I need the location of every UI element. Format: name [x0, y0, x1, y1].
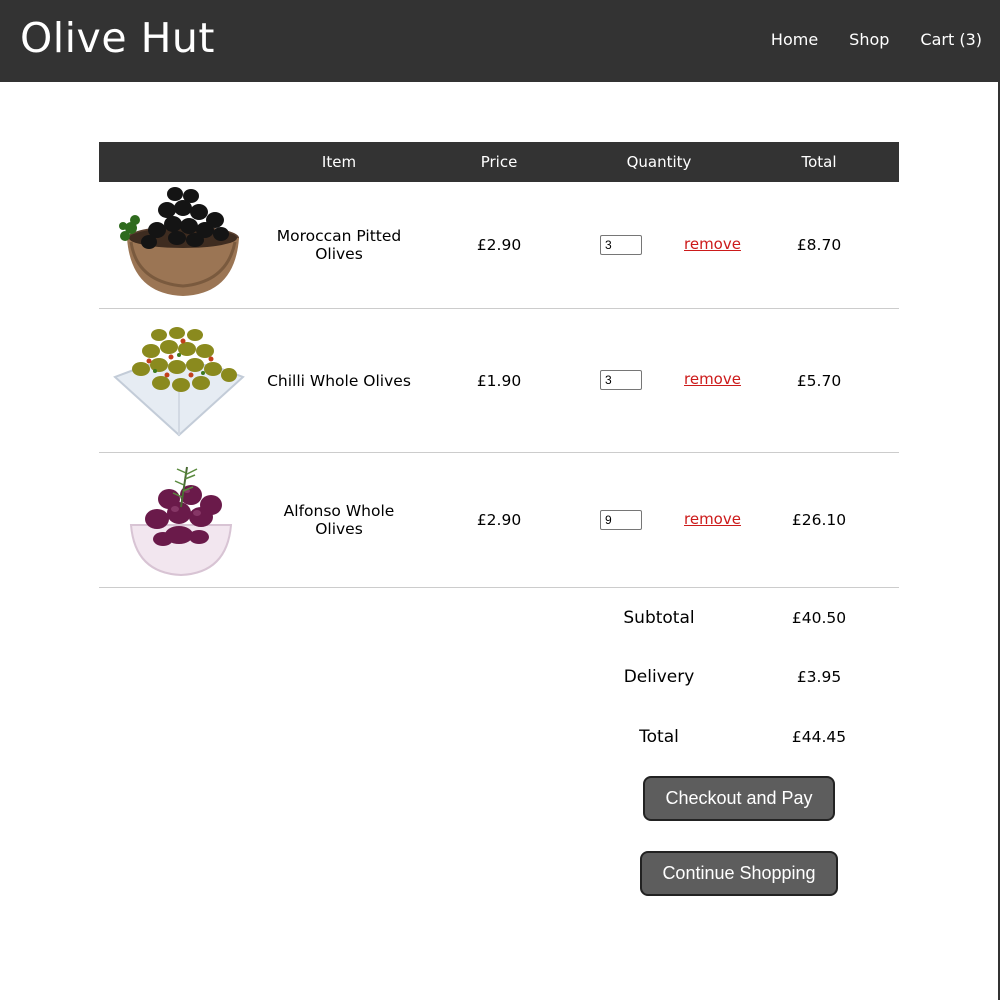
purple-olives-image [129, 466, 233, 577]
item-price: £2.90 [476, 511, 522, 529]
table-row: Moroccan Pitted Olives £2.90 remove £8.7… [99, 182, 899, 309]
continue-shopping-button[interactable]: Continue Shopping [640, 851, 838, 896]
green-olives-image [113, 327, 245, 437]
item-name: Chilli Whole Olives [267, 371, 411, 390]
header-quantity: Quantity [626, 153, 692, 171]
site-header: Olive Hut Home Shop Cart (3) [0, 0, 1000, 82]
header-item: Item [321, 153, 357, 171]
cart-table-header: Item Price Quantity Total [99, 142, 899, 182]
subtotal-value: £40.50 [791, 609, 847, 627]
item-name: Moroccan Pitted Olives [276, 227, 402, 263]
black-olives-image [119, 187, 239, 296]
table-row: Alfonso Whole Olives £2.90 remove £26.10 [99, 453, 899, 588]
checkout-button[interactable]: Checkout and Pay [643, 776, 835, 821]
remove-link[interactable]: remove [684, 370, 741, 388]
quantity-input[interactable] [600, 370, 642, 390]
quantity-input[interactable] [600, 235, 642, 255]
nav-cart-link[interactable]: Cart (3) [920, 30, 982, 49]
remove-link[interactable]: remove [684, 235, 741, 253]
site-logo[interactable]: Olive Hut [20, 14, 215, 62]
nav-shop-link[interactable]: Shop [849, 30, 889, 49]
header-total: Total [801, 153, 837, 171]
nav-home-link[interactable]: Home [771, 30, 818, 49]
remove-link[interactable]: remove [684, 510, 741, 528]
delivery-label: Delivery [623, 667, 695, 687]
grand-total-value: £44.45 [791, 728, 847, 746]
subtotal-label: Subtotal [623, 608, 695, 628]
item-price: £1.90 [476, 371, 522, 390]
main-nav: Home Shop Cart (3) [771, 30, 982, 49]
header-price: Price [480, 153, 518, 171]
delivery-value: £3.95 [796, 668, 842, 686]
item-price: £2.90 [476, 236, 522, 254]
grand-total-label: Total [639, 727, 679, 747]
item-total: £26.10 [791, 511, 847, 529]
item-total: £5.70 [796, 371, 842, 390]
table-row: Chilli Whole Olives £1.90 remove £5.70 [99, 309, 899, 453]
item-name: Alfonso Whole Olives [283, 502, 395, 538]
item-total: £8.70 [796, 236, 842, 254]
quantity-input[interactable] [600, 510, 642, 530]
